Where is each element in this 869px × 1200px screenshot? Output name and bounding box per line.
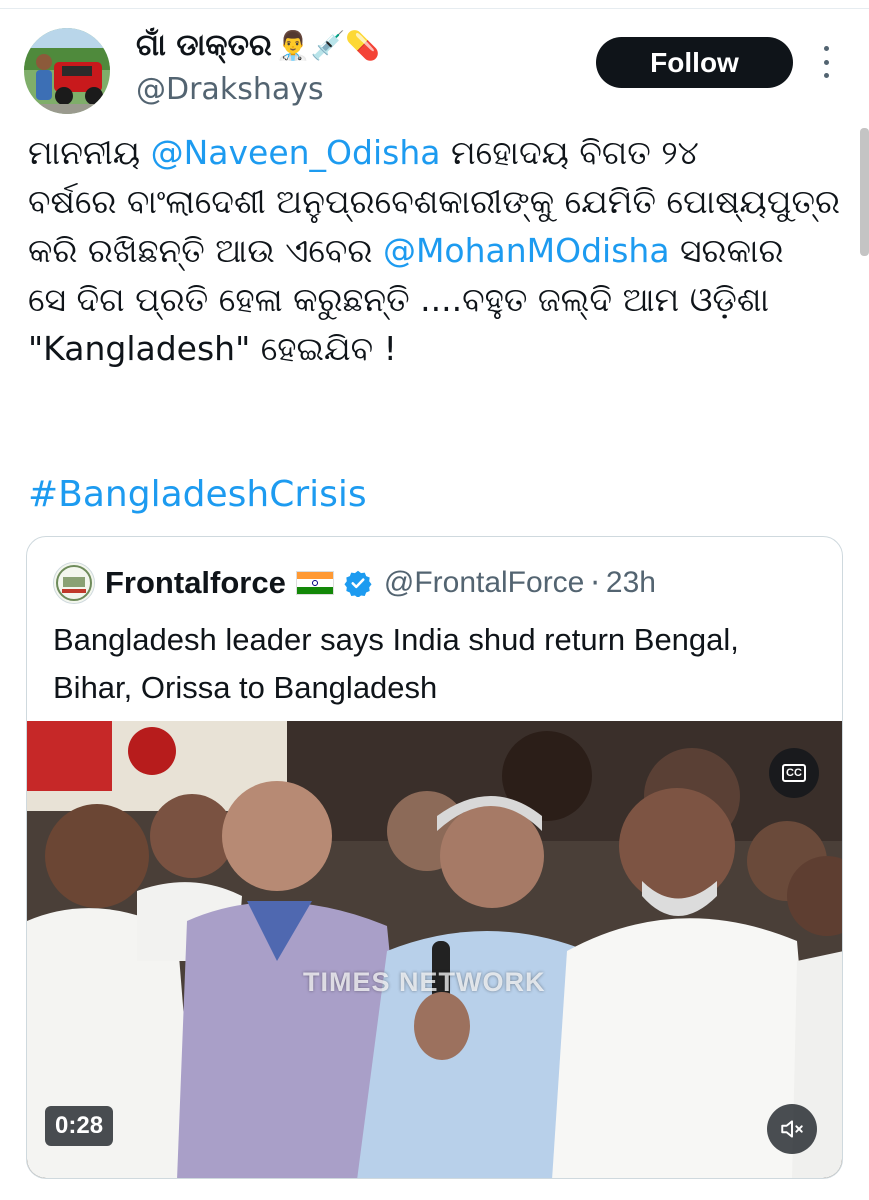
closed-captions-icon: CC: [782, 764, 806, 782]
mention-link[interactable]: @Naveen_Odisha: [151, 133, 441, 172]
header-separator: ·: [590, 565, 600, 601]
scrollbar-thumb[interactable]: [860, 128, 869, 256]
tweet-line: କରି ରଖିଛନ୍ତି ଆଉ ଏବେର @MohanMOdisha ସରକାର: [28, 226, 848, 275]
mention-link[interactable]: @MohanMOdisha: [383, 231, 670, 270]
top-divider: [0, 8, 869, 9]
video-frame: [27, 721, 842, 1178]
quoted-text-line: Bangladesh leader says India shud return…: [53, 622, 739, 657]
follow-button[interactable]: Follow: [596, 37, 793, 88]
closed-captions-button[interactable]: CC: [769, 748, 819, 798]
tweet-text: ମାନନୀୟ @Naveen_Odisha ମହୋଦୟ ବିଗତ ୨୪ ବର୍ଷ…: [28, 128, 848, 373]
hashtag-link[interactable]: #BangladeshCrisis: [28, 474, 367, 515]
author-avatar[interactable]: [24, 28, 110, 114]
author-name-text: ଗାଁ ଡାକ୍ତର: [136, 28, 272, 63]
tweet-text-segment: କରି ରଖିଛନ୍ତି ଆଉ ଏବେର: [28, 231, 383, 270]
tweet-text-segment: ମାନନୀୟ: [28, 133, 151, 172]
quoted-tweet-time[interactable]: 23h: [606, 566, 656, 600]
author-name-emojis: 👨‍⚕️💉💊: [275, 29, 381, 62]
quoted-author-name[interactable]: Frontalforce: [105, 565, 286, 601]
quoted-text-line: Bihar, Orissa to Bangladesh: [53, 670, 438, 705]
tweet-line: ବର୍ଷରେ ବାଂଲାଦେଶୀ ଅନୁପ୍ରବେଶକାରୀଙ୍କୁ ଯେମିତ…: [28, 182, 841, 221]
tweet-line: "Kangladesh" ହେଇଯିବ !: [28, 329, 397, 368]
quoted-tweet-text: Bangladesh leader says India shud return…: [53, 616, 833, 712]
more-vertical-icon[interactable]: [818, 46, 834, 78]
mute-toggle-button[interactable]: [767, 1104, 817, 1154]
tweet-text-segment: ସରକାର: [669, 231, 784, 270]
tweet-line: ମାନନୀୟ @Naveen_Odisha ମହୋଦୟ ବିଗତ ୨୪: [28, 128, 848, 177]
author-handle[interactable]: @Drakshays: [136, 72, 324, 107]
quoted-tweet-header: Frontalforce @FrontalForce · 23h: [105, 562, 656, 604]
tweet-line: ସେ ଦିଗ ପ୍ରତି ହେଳା କରୁଛନ୍ତି ....ବହୁତ ଜଲ୍ଦ…: [28, 280, 769, 319]
tweet-text-segment: ମହୋଦୟ ବିଗତ ୨୪: [440, 133, 699, 172]
author-display-name[interactable]: ଗାଁ ଡାକ୍ତର 👨‍⚕️💉💊: [136, 28, 380, 63]
quoted-author-handle[interactable]: @FrontalForce: [384, 566, 585, 600]
video-watermark: TIMES NETWORK: [303, 967, 546, 997]
verified-badge-icon: [344, 570, 372, 597]
video-duration: 0:28: [45, 1106, 114, 1146]
video-player[interactable]: TIMES NETWORK CC 0:28: [27, 721, 842, 1178]
quoted-author-avatar[interactable]: [53, 562, 95, 604]
volume-muted-icon: [781, 1120, 803, 1138]
india-flag-icon: [295, 571, 334, 595]
quoted-tweet-card[interactable]: Frontalforce @FrontalForce · 23h Banglad…: [26, 536, 843, 1179]
